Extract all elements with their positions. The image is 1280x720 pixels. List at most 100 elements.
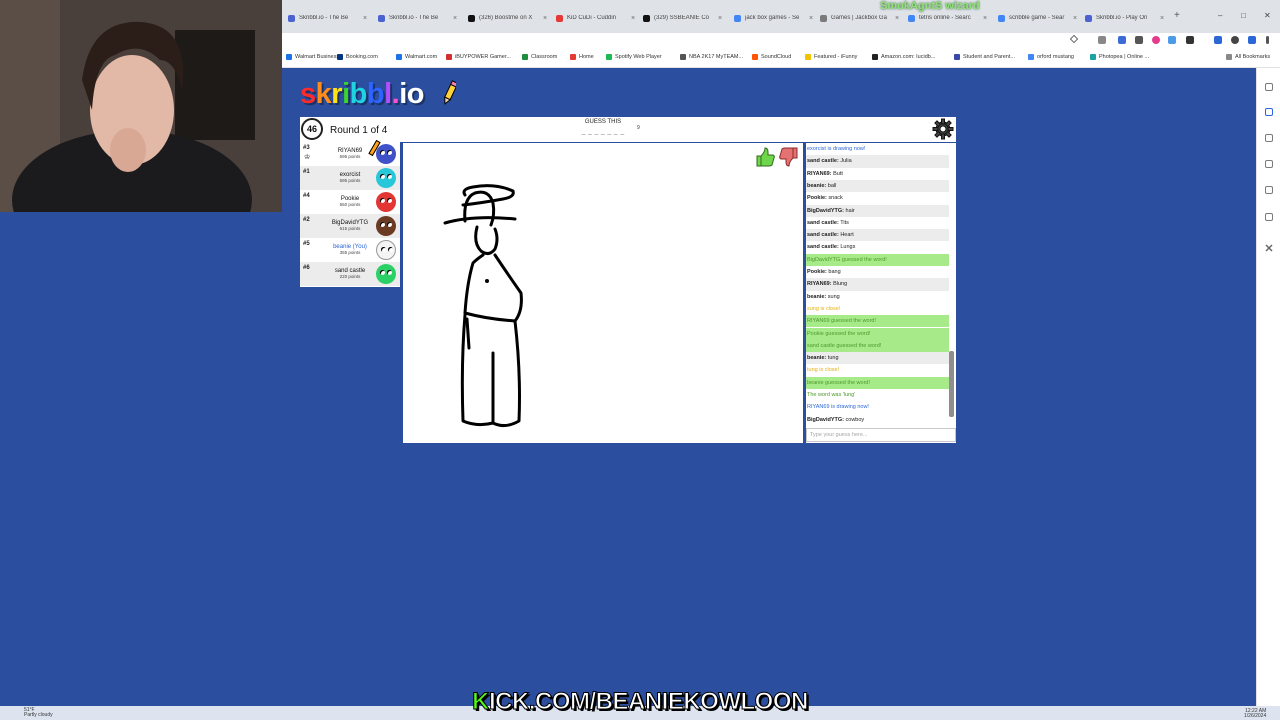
thumbs-up-icon[interactable] — [754, 146, 776, 168]
browser-tab[interactable]: (326) Boostme on X × — [468, 11, 554, 25]
extension-icon[interactable] — [1152, 36, 1160, 44]
new-tab-button[interactable]: + — [1174, 10, 1180, 21]
bookmark-item[interactable]: iBUYPOWER Gamer... — [446, 54, 511, 60]
bookmark-item[interactable]: Walmart Business — [286, 54, 339, 60]
tab-close-icon[interactable]: × — [363, 15, 367, 22]
image-icon[interactable] — [1265, 134, 1273, 142]
bookmark-item[interactable]: Booking.com — [337, 54, 378, 60]
tab-favicon-icon — [820, 14, 827, 22]
bookmark-item[interactable]: orford mustang — [1028, 54, 1074, 60]
shield-icon[interactable] — [1248, 36, 1256, 44]
bookmark-favicon-icon — [396, 54, 402, 60]
cowboy-drawing — [443, 184, 523, 428]
browser-tab[interactable]: Skribbl.io - Play On × — [1085, 11, 1171, 25]
chat-message: exorcist is drawing now! — [806, 143, 949, 155]
extension-icon[interactable] — [1118, 36, 1126, 44]
chat-text: hair — [845, 207, 855, 214]
browser-tab[interactable]: Skribbl.io - The Be × — [378, 11, 464, 25]
chat-text: Lungs — [840, 244, 856, 251]
close-icon[interactable] — [1265, 239, 1273, 252]
browser-tab[interactable]: Skribbl.io - The Be × — [288, 11, 374, 25]
player-avatar — [376, 264, 396, 284]
bookmark-item[interactable]: Walmart.com — [396, 54, 437, 60]
player-row[interactable]: #5 beanie (You) 355 points — [300, 238, 400, 262]
chat-text: BigDavidYTG guessed the word! — [807, 256, 887, 263]
bookmark-item[interactable]: Home — [570, 54, 594, 60]
player-row[interactable]: #6 sand castle 220 points — [300, 262, 400, 286]
player-points: 550 points — [339, 202, 361, 207]
bookmark-item[interactable]: NBA 2K17 MyTEAM... — [680, 54, 743, 60]
tab-close-icon[interactable]: × — [895, 15, 899, 22]
player-points: 220 points — [339, 274, 361, 279]
controller-icon[interactable] — [1265, 213, 1273, 221]
tab-close-icon[interactable]: × — [809, 15, 813, 22]
sidepanel-icon[interactable] — [1214, 36, 1222, 44]
chat-username: beanie: — [807, 355, 827, 362]
tab-close-icon[interactable]: × — [1160, 15, 1164, 22]
document-icon[interactable] — [1265, 160, 1273, 168]
chat-username: BigDavidYTG: — [807, 416, 844, 423]
drawing-canvas[interactable] — [403, 143, 803, 443]
tab-close-icon[interactable]: × — [718, 15, 722, 22]
chat-text: cowboy — [845, 416, 865, 423]
all-bookmarks[interactable]: All Bookmarks — [1226, 54, 1270, 60]
chat-text: beanie guessed the word! — [807, 379, 870, 386]
bookmark-item[interactable]: Featured - iFunny — [805, 54, 857, 60]
profile-avatar[interactable] — [1231, 36, 1239, 44]
bookmark-star-icon[interactable] — [1069, 34, 1079, 44]
player-row[interactable]: #1 exorcist 695 points — [300, 166, 400, 190]
extension-icon[interactable] — [1135, 36, 1143, 44]
tab-close-icon[interactable]: × — [453, 15, 457, 22]
chat-message: beanie guessed the word! — [806, 376, 949, 389]
chat-message: sand castle: Heart — [806, 229, 949, 242]
stream-url: ICK.COM/BEANIEKOWLOON — [489, 688, 809, 716]
chat-panel[interactable]: exorcist is drawing now! sand castle: Jul… — [806, 143, 956, 443]
player-row[interactable]: #2 BigDavidYTG 615 points — [300, 214, 400, 238]
chat-text: RIYAN69 is drawing now! — [807, 404, 869, 411]
browser-tab[interactable]: KiD CuDi - Cuddin × — [556, 11, 642, 25]
thumbs-down-icon[interactable] — [778, 146, 800, 168]
extension-icon[interactable] — [1168, 36, 1176, 44]
bookmark-item[interactable]: Photopea | Online ... — [1090, 54, 1149, 60]
stream-banner: K ICK.COM/BEANIEKOWLOON — [440, 688, 840, 716]
kebab-menu-icon[interactable] — [1266, 36, 1269, 44]
bookmark-item[interactable]: Student and Parent... — [954, 54, 1015, 60]
browser-tab[interactable]: (329) SSBEANIE Co × — [643, 11, 729, 25]
guess-input[interactable] — [806, 428, 956, 442]
player-rank: #4 — [303, 193, 310, 199]
system-clock[interactable]: 12:22 AM 1/26/2024 — [1244, 709, 1266, 719]
player-row[interactable]: #4 Pookie 550 points — [300, 190, 400, 214]
sidepanel-icon[interactable] — [1265, 83, 1273, 91]
chat-message: sand castle: Lungs — [806, 241, 949, 253]
puzzle-icon[interactable] — [1186, 36, 1194, 44]
browser-tab[interactable]: Games | Jackbox Ga × — [820, 11, 906, 25]
tag-icon[interactable] — [1265, 186, 1273, 194]
player-avatar — [376, 168, 396, 188]
bookmark-item[interactable]: SoundCloud — [752, 54, 791, 60]
tab-close-icon[interactable]: × — [1073, 15, 1077, 22]
extension-icon[interactable] — [1098, 36, 1106, 44]
chat-username: RIYAN69: — [807, 170, 832, 177]
chat-text: bang — [828, 269, 841, 275]
tab-close-icon[interactable]: × — [631, 15, 635, 22]
chat-message: BigDavidYTG: hair — [806, 204, 949, 217]
browser-tab[interactable]: jack box games - Se × — [734, 11, 820, 25]
minimize-button[interactable]: – — [1218, 11, 1222, 20]
chat-text: The word was 'lung' — [807, 392, 856, 398]
chat-scrollbar[interactable] — [949, 351, 954, 417]
settings-gear-icon[interactable] — [932, 118, 954, 140]
browser-tab[interactable]: scribble game - Sear × — [998, 11, 1084, 25]
bookmark-favicon-icon — [337, 54, 343, 60]
chat-icon[interactable] — [1265, 108, 1273, 116]
bookmark-item[interactable]: Spotify Web Player — [606, 54, 662, 60]
chat-username: sand castle: — [807, 244, 839, 251]
maximize-button[interactable]: □ — [1241, 11, 1246, 20]
tab-close-icon[interactable]: × — [543, 15, 547, 22]
bookmark-item[interactable]: Classroom — [522, 54, 557, 60]
player-row[interactable]: #3 RIYAN69 595 points ♔ — [300, 139, 400, 166]
tab-close-icon[interactable]: × — [983, 15, 987, 22]
close-window-button[interactable]: ✕ — [1264, 11, 1271, 20]
weather-widget[interactable]: 51°F Partly cloudy — [24, 708, 53, 718]
browser-tab[interactable]: tetris online - Searc × — [908, 11, 994, 25]
bookmark-item[interactable]: Amazon.com: Iucidb... — [872, 54, 935, 60]
